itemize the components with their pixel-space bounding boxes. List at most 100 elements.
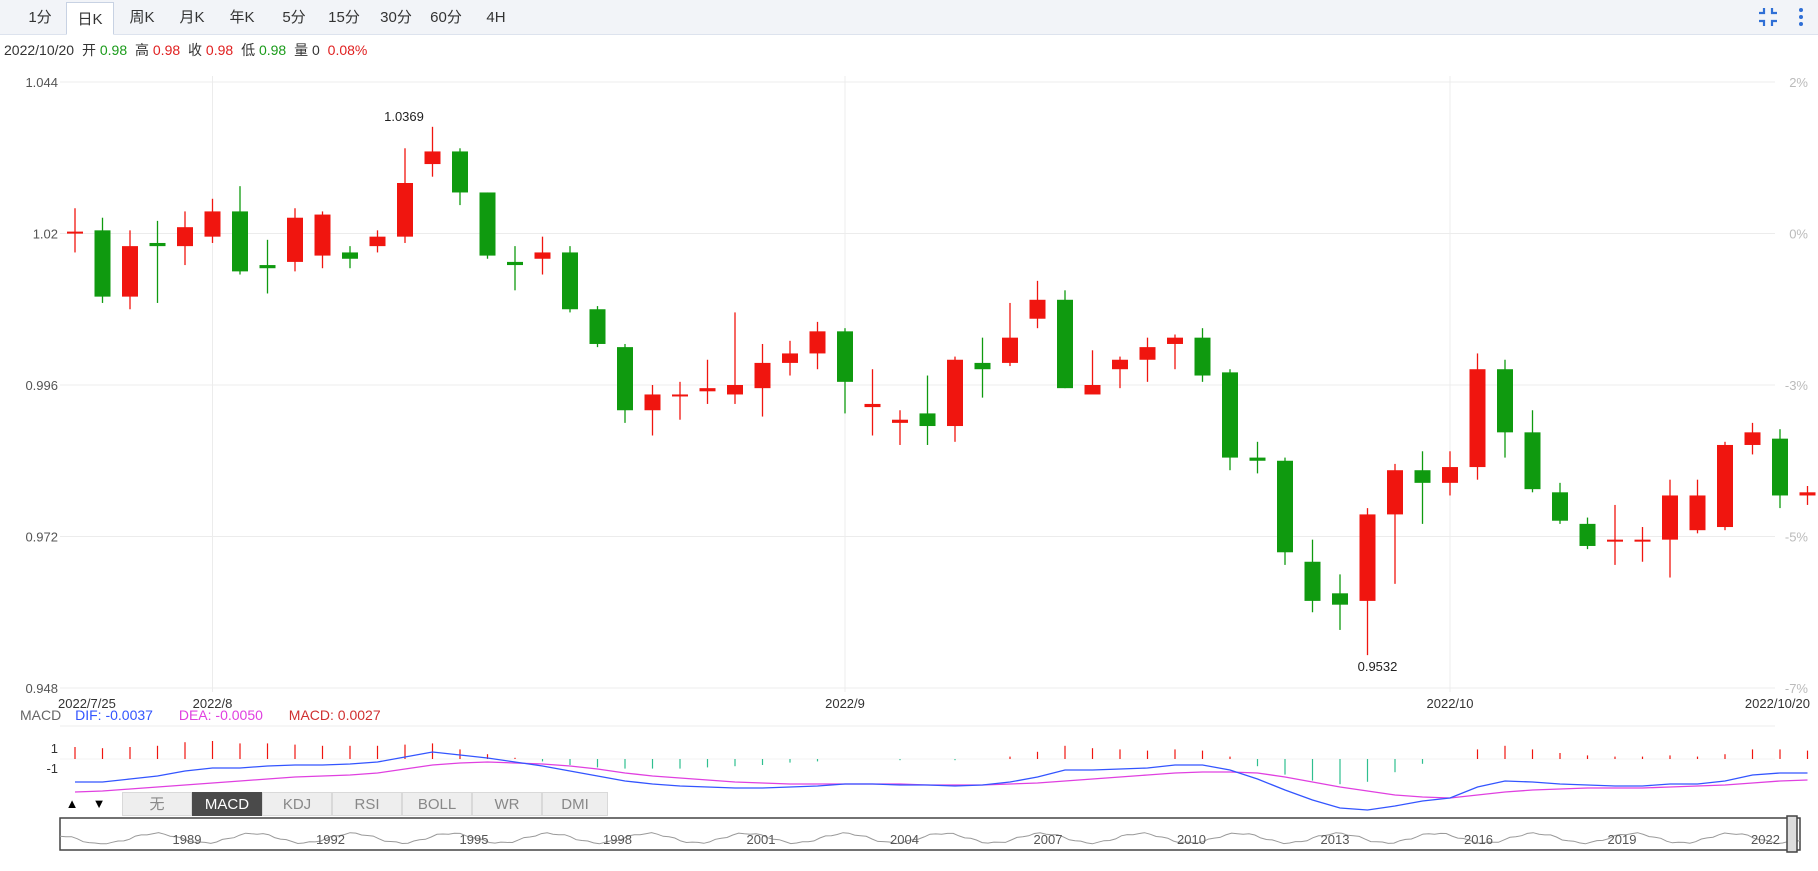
candle-body bbox=[94, 230, 111, 297]
indicator-rsi-button[interactable]: RSI bbox=[332, 792, 402, 816]
navigator-year-label: 1998 bbox=[603, 832, 632, 847]
candle-body bbox=[809, 331, 826, 354]
candle-body bbox=[122, 246, 138, 297]
scroll-up-button[interactable]: ▲ bbox=[60, 792, 84, 816]
macd-value-label: MACD: 0.0027 bbox=[288, 707, 381, 723]
scroll-down-button[interactable]: ▼ bbox=[87, 792, 111, 816]
candle-body bbox=[369, 236, 386, 247]
candlestick-chart[interactable]: 1.0441.020.9960.9720.9482%0%-3%-5%-7%202… bbox=[0, 0, 1818, 871]
candle-body bbox=[204, 211, 221, 237]
navigator-year-label: 2007 bbox=[1034, 832, 1063, 847]
candle-body bbox=[837, 331, 853, 382]
candle-body bbox=[479, 192, 496, 256]
candle-body bbox=[342, 252, 358, 259]
pct-tick-label: -7% bbox=[1785, 681, 1809, 696]
candle-body bbox=[1469, 369, 1486, 468]
candle-body bbox=[864, 403, 881, 408]
navigator-year-label: 2001 bbox=[747, 832, 776, 847]
y-tick-label: 1.02 bbox=[33, 227, 58, 242]
y-tick-label: 0.972 bbox=[25, 530, 58, 545]
candle-body bbox=[782, 353, 798, 363]
candle-body bbox=[1277, 460, 1293, 553]
candle-body bbox=[1332, 593, 1348, 605]
candle-body bbox=[1249, 457, 1266, 461]
candle-body bbox=[672, 394, 688, 397]
navigator-year-label: 2004 bbox=[890, 832, 919, 847]
pct-tick-label: 0% bbox=[1789, 227, 1808, 242]
candle-body bbox=[507, 261, 523, 266]
candle-body bbox=[617, 347, 633, 411]
candle-body bbox=[534, 252, 551, 259]
candle-body bbox=[1112, 359, 1128, 370]
candle-body bbox=[1497, 369, 1513, 433]
candle-body bbox=[1689, 495, 1706, 531]
macd-title: MACD bbox=[20, 707, 62, 723]
candle-body bbox=[1084, 385, 1101, 395]
candle-body bbox=[1662, 495, 1678, 540]
candle-body bbox=[1002, 337, 1018, 363]
candle-body bbox=[1387, 470, 1403, 515]
candle-body bbox=[699, 388, 716, 392]
candle-body bbox=[1167, 337, 1183, 344]
pct-tick-label: -3% bbox=[1785, 378, 1809, 393]
min-price-label: 0.9532 bbox=[1358, 659, 1398, 674]
candle-body bbox=[974, 362, 991, 370]
macd-legend: MACD DIF: -0.0037 DEA: -0.0050 MACD: 0.0… bbox=[20, 707, 403, 723]
indicator-wr-button[interactable]: WR bbox=[472, 792, 542, 816]
candle-body bbox=[1194, 337, 1211, 376]
candle-body bbox=[1579, 523, 1596, 546]
indicator-dmi-button[interactable]: DMI bbox=[542, 792, 608, 816]
candle-body bbox=[589, 309, 606, 344]
macd-y-tick: 1 bbox=[51, 741, 58, 756]
candle-body bbox=[919, 413, 936, 427]
y-tick-label: 0.948 bbox=[25, 681, 58, 696]
candle-body bbox=[177, 227, 193, 247]
navigator-year-label: 2022 bbox=[1751, 832, 1780, 847]
pct-tick-label: 2% bbox=[1789, 75, 1808, 90]
navigator-handle bbox=[1786, 815, 1798, 853]
candle-body bbox=[1222, 372, 1238, 458]
candle-body bbox=[1414, 470, 1431, 483]
max-price-label: 1.0369 bbox=[384, 109, 424, 124]
pct-tick-label: -5% bbox=[1785, 530, 1809, 545]
candle-body bbox=[1057, 299, 1073, 389]
indicator-boll-button[interactable]: BOLL bbox=[402, 792, 472, 816]
candle-body bbox=[754, 362, 771, 389]
y-tick-label: 1.044 bbox=[25, 75, 58, 90]
candle-body bbox=[1359, 514, 1376, 601]
candle-body bbox=[1717, 444, 1733, 528]
navigator-year-label: 2019 bbox=[1608, 832, 1637, 847]
candle-body bbox=[1744, 432, 1761, 445]
candle-body bbox=[562, 252, 578, 310]
candle-body bbox=[892, 419, 908, 423]
x-tick-label: 2022/10 bbox=[1427, 696, 1474, 711]
candle-body bbox=[67, 231, 83, 234]
candle-body bbox=[644, 394, 661, 411]
candle-body bbox=[1524, 432, 1541, 490]
candle-body bbox=[1607, 539, 1623, 542]
candle-body bbox=[1029, 299, 1046, 319]
dif-label: DIF: -0.0037 bbox=[75, 707, 153, 723]
candle-body bbox=[287, 217, 303, 262]
navigator-year-label: 2016 bbox=[1464, 832, 1493, 847]
dea-label: DEA: -0.0050 bbox=[178, 707, 263, 723]
candle-body bbox=[1772, 438, 1788, 496]
indicator-kdj-button[interactable]: KDJ bbox=[262, 792, 332, 816]
navigator-year-label: 1995 bbox=[460, 832, 489, 847]
candle-body bbox=[314, 214, 331, 256]
candle-body bbox=[1799, 492, 1816, 496]
indicator-none-button[interactable]: 无 bbox=[122, 792, 192, 816]
candle-body bbox=[232, 211, 248, 272]
x-tick-label: 2022/10/20 bbox=[1745, 696, 1810, 711]
x-tick-label: 2022/9 bbox=[825, 696, 865, 711]
candle-body bbox=[1442, 467, 1458, 483]
candle-body bbox=[1139, 347, 1156, 360]
macd-y-tick: -1 bbox=[46, 761, 58, 776]
indicator-macd-button[interactable]: MACD bbox=[192, 792, 262, 816]
candle-body bbox=[424, 151, 441, 165]
navigator-year-label: 2010 bbox=[1177, 832, 1206, 847]
candle-body bbox=[259, 265, 276, 269]
candle-body bbox=[727, 385, 743, 395]
candle-body bbox=[947, 359, 963, 427]
navigator-year-label: 1989 bbox=[173, 832, 202, 847]
